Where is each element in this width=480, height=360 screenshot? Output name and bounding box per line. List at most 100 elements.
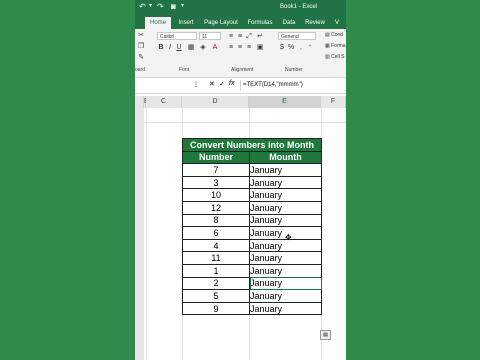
font-size-select[interactable]: 11 — [199, 32, 221, 40]
format-as-table-button[interactable]: ▦ Forma — [325, 43, 346, 49]
table-row: 1 January — [182, 263, 322, 278]
table-row: 11 January — [182, 251, 322, 265]
month-cell[interactable]: January — [249, 263, 322, 278]
month-cell[interactable]: January — [249, 213, 322, 228]
number-cell[interactable]: 7 — [182, 163, 250, 177]
number-cell[interactable]: 6 — [182, 226, 250, 240]
cell-styles-label: Cell S — [331, 54, 345, 60]
tab-insert[interactable]: Insert — [175, 17, 197, 29]
increase-decimal-icon[interactable]: ⁺ — [306, 44, 314, 52]
ribbon-tabs: Home Insert Page Layout Formulas Data Re… — [135, 14, 346, 29]
table-row: 3 January — [182, 175, 322, 190]
formula-input[interactable]: =TEXT(D14,"mmmm") — [240, 80, 346, 91]
borders-icon[interactable]: ▦ — [187, 44, 195, 52]
wrap-text-icon[interactable]: ↵ — [256, 33, 264, 41]
number-cell[interactable]: 8 — [182, 213, 250, 228]
align-middle-icon[interactable]: ≡ — [236, 33, 244, 41]
month-cell[interactable]: January — [249, 175, 322, 190]
cancel-icon[interactable]: ✕ — [209, 80, 215, 88]
align-center-icon[interactable]: ≡ — [236, 44, 244, 52]
table-row: 5 January — [182, 289, 322, 303]
number-cell[interactable]: 2 — [182, 276, 250, 291]
number-format-select[interactable]: General — [278, 32, 316, 40]
tab-formulas[interactable]: Formulas — [245, 17, 275, 29]
cell-styles-button[interactable]: ▥ Cell S — [325, 54, 344, 60]
month-cell[interactable]: January — [249, 163, 322, 177]
enter-icon[interactable]: ✓ — [219, 80, 225, 88]
name-box-dropdown-icon[interactable]: ⋮ — [193, 81, 199, 88]
number-cell[interactable]: 12 — [182, 200, 250, 215]
copy-icon[interactable]: ❐ — [137, 43, 145, 51]
table-row: 4 January — [182, 238, 322, 253]
align-right-icon[interactable]: ≡ — [245, 44, 253, 52]
bold-icon[interactable]: B — [157, 44, 165, 52]
grid-line — [144, 122, 346, 123]
italic-icon[interactable]: I — [166, 44, 174, 52]
column-header-f[interactable]: F — [321, 96, 346, 108]
title-bar: ↶ ▾ ↷ ◙ ▾ Book1 - Excel — [135, 0, 346, 14]
camera-icon[interactable]: ◙ — [171, 2, 176, 11]
comma-style-icon[interactable]: , — [297, 44, 305, 52]
table-row: 2 January — [182, 276, 322, 291]
month-cell[interactable]: January — [249, 289, 322, 303]
column-header-d[interactable]: D — [182, 96, 249, 108]
currency-icon[interactable]: $ — [278, 44, 286, 52]
number-cell[interactable]: 4 — [182, 238, 250, 253]
quick-access-dropdown-icon[interactable]: ▾ — [181, 2, 184, 11]
formula-bar: ⋮ ✕ ✓ fx =TEXT(D14,"mmmm") — [135, 79, 346, 94]
number-cell[interactable]: 1 — [182, 263, 250, 278]
number-cell[interactable]: 9 — [182, 301, 250, 316]
undo-dropdown-icon[interactable]: ▾ — [149, 2, 152, 11]
number-cell[interactable]: 10 — [182, 188, 250, 202]
tab-home[interactable]: Home — [145, 17, 171, 29]
number-cell[interactable]: 5 — [182, 289, 250, 303]
month-cell[interactable]: January — [249, 251, 322, 265]
tab-page-layout[interactable]: Page Layout — [201, 17, 241, 29]
month-cell[interactable]: January — [249, 200, 322, 215]
number-cell[interactable]: 11 — [182, 251, 250, 265]
row-headers — [135, 108, 144, 360]
group-number-label: Number — [285, 67, 303, 73]
number-cell[interactable]: 3 — [182, 175, 250, 190]
table-row: 7 January — [182, 163, 322, 177]
table-row: 6 January — [182, 226, 322, 240]
table-row: 9 January — [182, 301, 322, 316]
font-color-icon[interactable]: A — [211, 44, 219, 52]
column-header-c[interactable]: C — [146, 96, 182, 108]
orientation-icon[interactable]: ⤢ — [245, 33, 253, 41]
table-row: 12 January — [182, 200, 322, 215]
excel-window: ↶ ▾ ↷ ◙ ▾ Book1 - Excel Home Insert Page… — [135, 0, 346, 360]
header-number[interactable]: Number — [182, 150, 250, 165]
table-title[interactable]: Convert Numbers into Month — [182, 138, 322, 152]
table-row: 8 January — [182, 213, 322, 228]
column-header-e[interactable]: E — [249, 96, 321, 108]
undo-icon[interactable]: ↶ — [139, 2, 146, 11]
month-cell[interactable]: January — [249, 188, 322, 202]
month-cell-selected[interactable]: January — [249, 276, 322, 291]
tab-review[interactable]: Review — [303, 17, 327, 29]
header-month[interactable]: Mounth — [249, 150, 322, 165]
redo-icon[interactable]: ↷ — [157, 2, 164, 11]
tab-data[interactable]: Data — [281, 17, 297, 29]
window-title: Book1 - Excel — [280, 4, 318, 10]
align-top-icon[interactable]: ≡ — [227, 33, 235, 41]
ribbon: ✂ ❐ ✎ oard Calibri 11 B I U ▦ ◈ A Font ≡… — [135, 29, 346, 78]
function-icon[interactable]: fx — [229, 80, 234, 87]
grid-line — [146, 108, 147, 360]
month-table: Convert Numbers into Month Number Mounth… — [182, 138, 322, 316]
select-all-corner[interactable] — [135, 96, 144, 108]
merge-center-icon[interactable]: ▣ — [256, 44, 264, 52]
quick-analysis-icon[interactable]: ▤ — [320, 330, 331, 340]
group-font-label: Font — [179, 67, 190, 73]
percent-icon[interactable]: % — [287, 44, 295, 52]
conditional-formatting-button[interactable]: ▤ Cond — [325, 32, 343, 38]
underline-icon[interactable]: U — [175, 44, 183, 52]
align-left-icon[interactable]: ≡ — [227, 44, 235, 52]
format-painter-icon[interactable]: ✎ — [137, 54, 145, 62]
cut-icon[interactable]: ✂ — [137, 32, 145, 40]
fill-color-icon[interactable]: ◈ — [199, 44, 207, 52]
font-name-select[interactable]: Calibri — [157, 32, 197, 40]
format-as-table-label: Forma — [331, 43, 346, 49]
month-cell[interactable]: January — [249, 301, 322, 316]
tab-view[interactable]: V — [331, 17, 343, 29]
